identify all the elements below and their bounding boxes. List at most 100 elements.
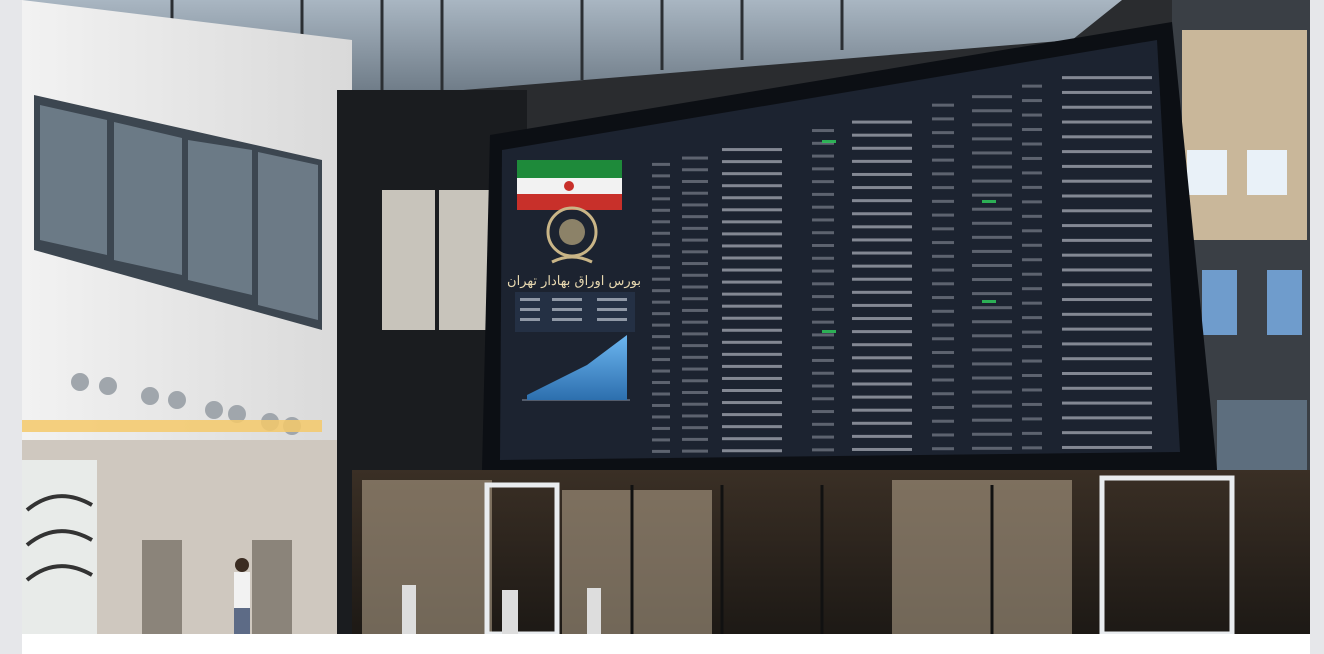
stock-row-cell: [722, 196, 782, 200]
stock-row-cell: [932, 172, 954, 176]
stock-row-cell: [932, 117, 954, 121]
stock-row-cell: [722, 184, 782, 188]
stock-row-cell: [812, 307, 834, 311]
stock-row-cell: [652, 197, 670, 201]
stock-row-cell: [932, 227, 954, 231]
stock-row-cell: [682, 238, 708, 242]
stock-row-cell: [722, 232, 782, 236]
stock-row-cell: [812, 269, 834, 273]
stock-row-cell: [652, 266, 670, 270]
stock-row-cell: [932, 323, 954, 327]
stock-row-cell: [972, 221, 1012, 225]
stock-row-cell: [1022, 431, 1042, 435]
stock-row-cell: [812, 410, 834, 414]
stock-row-cell: [1062, 357, 1152, 361]
stock-row-cell: [852, 251, 912, 255]
iran-flag-icon: [517, 160, 622, 210]
stock-row-cell: [812, 295, 834, 299]
stock-row-cell: [722, 268, 782, 272]
stock-row-cell: [852, 303, 912, 307]
stock-row-cell: [972, 446, 1012, 450]
stock-row-cell: [1022, 388, 1042, 392]
stock-row-cell: [1022, 243, 1042, 247]
stock-row-cell: [972, 263, 1012, 267]
stock-row-cell: [972, 432, 1012, 436]
stock-row-cell: [932, 433, 954, 437]
stock-row-cell: [852, 421, 912, 425]
stock-row-cell: [1022, 446, 1042, 450]
stock-row-cell: [1062, 386, 1152, 390]
stock-row-cell: [932, 296, 954, 300]
stock-row-cell: [652, 277, 670, 281]
stock-exchange-photo: بورس اوراق بهادار تهران: [22, 0, 1310, 634]
stock-row-cell: [972, 165, 1012, 169]
stock-row-cell: [682, 367, 708, 371]
stock-row-cell: [932, 447, 954, 451]
stock-row-cell: [1062, 90, 1152, 94]
stock-row-cell: [682, 179, 708, 183]
stock-row-cell: [812, 218, 834, 222]
stock-row-cell: [852, 369, 912, 373]
stock-row-cell: [722, 292, 782, 296]
stock-row-cell: [1022, 287, 1042, 291]
stock-row-cell: [682, 262, 708, 266]
stock-row-cell: [932, 405, 954, 409]
stock-row-cell: [852, 172, 912, 176]
stock-row-cell: [972, 179, 1012, 183]
ceiling-light-strip: [22, 420, 322, 432]
stock-row-cell: [972, 207, 1012, 211]
stock-row-cell: [932, 254, 954, 258]
stock-row-cell: [932, 199, 954, 203]
stock-row-cell: [932, 268, 954, 272]
stock-row-cell: [652, 162, 670, 166]
stock-row-cell: [972, 109, 1012, 113]
stock-row-cell: [722, 208, 782, 212]
stock-row-cell: [722, 316, 782, 320]
stock-row-cell: [972, 292, 1012, 296]
stock-row-cell: [972, 348, 1012, 352]
stock-row-cell: [1062, 298, 1152, 302]
stock-row-cell: [652, 312, 670, 316]
stock-row-cell: [1062, 164, 1152, 168]
stock-row-cell: [1062, 342, 1152, 346]
stock-row-cell: [652, 358, 670, 362]
stock-row-cell: [972, 376, 1012, 380]
stock-row-cell: [972, 390, 1012, 394]
caption-strip: [22, 634, 1310, 654]
stock-row-cell: [972, 235, 1012, 239]
stock-row-cell: [1062, 401, 1152, 405]
stock-row-cell: [1062, 135, 1152, 139]
stock-row-cell: [972, 334, 1012, 338]
stock-row-cell: [812, 346, 834, 350]
stock-row-cell: [1062, 150, 1152, 154]
stock-row-cell: [852, 238, 912, 242]
stock-row-cell: [932, 241, 954, 245]
stock-row-cell: [652, 449, 670, 453]
stock-row-cell: [682, 191, 708, 195]
stock-row-cell: [812, 231, 834, 235]
stock-row-cell: [652, 300, 670, 304]
stock-row-cell: [1062, 312, 1152, 316]
stock-row-cell: [812, 358, 834, 362]
stock-row-cell: [932, 392, 954, 396]
stock-row-cell: [722, 401, 782, 405]
stock-row-cell: [722, 376, 782, 380]
stock-row-cell: [932, 144, 954, 148]
board-left-table: [515, 292, 635, 332]
stock-row-cell: [682, 285, 708, 289]
stock-row-cell: [812, 282, 834, 286]
stock-row-cell: [682, 402, 708, 406]
stock-row-cell: [812, 397, 834, 401]
stock-row-cell: [972, 137, 1012, 141]
stock-row-cell: [932, 131, 954, 135]
stock-row-cell: [652, 392, 670, 396]
stock-row-cell: [1022, 171, 1042, 175]
stock-row-cell: [932, 419, 954, 423]
stock-row-cell: [682, 308, 708, 312]
stock-row-cell: [682, 273, 708, 277]
stock-row-cell: [812, 435, 834, 439]
stock-row-cell: [972, 249, 1012, 253]
stock-row-cell: [1062, 238, 1152, 242]
stock-row-cell: [682, 297, 708, 301]
stock-row-cell: [722, 340, 782, 344]
